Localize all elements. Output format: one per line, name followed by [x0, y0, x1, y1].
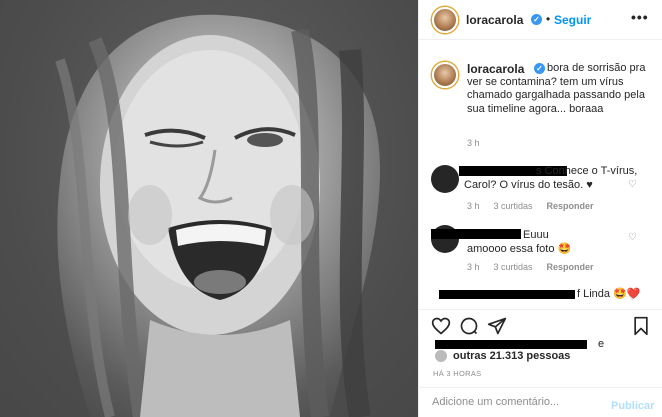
heart-icon[interactable]: [431, 316, 451, 336]
post-photo[interactable]: [0, 0, 418, 417]
likes-suffix: e: [598, 338, 605, 350]
more-options-icon[interactable]: •••: [631, 9, 649, 25]
caption-text: bora de sorrisão pra ver se contamina? t…: [467, 62, 646, 115]
comment-time: 3 h: [467, 201, 480, 211]
redacted-likers: [435, 340, 587, 349]
comment-avatar[interactable]: [431, 165, 459, 193]
comment-meta: 3 h 3 curtidas Responder: [467, 201, 608, 211]
comment-icon[interactable]: [459, 316, 479, 336]
header-separator: •: [546, 12, 551, 26]
photo-illustration: [0, 0, 418, 417]
comment-likes[interactable]: 3 curtidas: [494, 201, 533, 211]
likes-count[interactable]: outras 21.313 pessoas: [453, 350, 570, 362]
liker-avatar[interactable]: [435, 350, 447, 362]
comment-likes[interactable]: 3 curtidas: [494, 262, 533, 272]
comment-time: 3 h: [467, 262, 480, 272]
posted-time: HÁ 3 HORAS: [433, 369, 482, 378]
verified-badge-icon: ✓: [531, 14, 542, 25]
comment-text: s Conhece o T-vírus, Carol? O vírus do t…: [464, 165, 638, 191]
share-icon[interactable]: [487, 316, 507, 336]
reply-button[interactable]: Responder: [547, 262, 594, 272]
comment-meta: 3 h 3 curtidas Responder: [467, 262, 608, 272]
comment-text: Euuu amoooo essa foto 🤩: [467, 229, 572, 255]
post-side-panel: loracarola ✓ • Seguir ••• loracarola ✓ b…: [418, 0, 662, 417]
bookmark-icon[interactable]: [632, 316, 650, 336]
follow-button[interactable]: Seguir: [554, 13, 591, 27]
instagram-post-modal: loracarola ✓ • Seguir ••• loracarola ✓ b…: [0, 0, 662, 417]
post-header: loracarola ✓ • Seguir •••: [419, 0, 662, 40]
author-username[interactable]: loracarola: [466, 13, 523, 27]
comment-like-heart-icon[interactable]: ♡: [628, 232, 637, 243]
caption-avatar[interactable]: [432, 62, 458, 88]
comment-like-heart-icon[interactable]: ♡: [628, 292, 637, 303]
comments-scrollbar[interactable]: [655, 40, 661, 308]
caption-time: 3 h: [467, 138, 480, 148]
action-bar: [419, 309, 662, 341]
comment-box: Publicar: [419, 387, 662, 417]
publish-button[interactable]: Publicar: [611, 400, 654, 412]
reply-button[interactable]: Responder: [547, 201, 594, 211]
comment-like-heart-icon[interactable]: ♡: [628, 179, 637, 190]
comment-input[interactable]: [432, 396, 592, 408]
author-avatar[interactable]: [432, 7, 458, 33]
redacted-username: [439, 290, 575, 299]
